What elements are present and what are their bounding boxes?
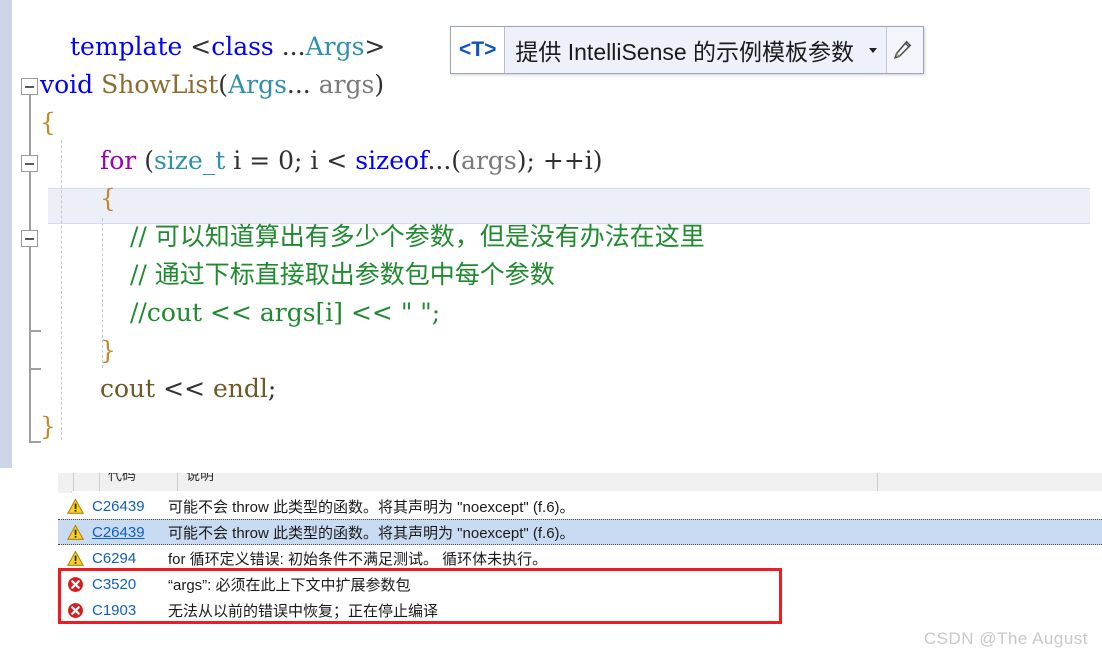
intellisense-template-parameter-tooltip[interactable]: <T> 提供 IntelliSense 的示例模板参数 bbox=[450, 26, 925, 74]
code-line[interactable]: } bbox=[100, 332, 116, 370]
code-token: sizeof bbox=[355, 146, 428, 175]
code-token: void bbox=[40, 70, 94, 99]
watermark: CSDN @The August bbox=[923, 629, 1088, 648]
error-description: “args”: 必须在此上下文中扩展参数包 bbox=[168, 576, 411, 594]
error-code-link[interactable]: C26439 bbox=[92, 498, 168, 515]
code-line[interactable]: // 通过下标直接取出参数包中每个参数 bbox=[130, 256, 555, 294]
code-line[interactable]: // 可以知道算出有多少个参数，但是没有办法在这里 bbox=[130, 218, 705, 256]
error-code-link[interactable]: C3520 bbox=[92, 576, 168, 593]
error-list-row[interactable]: C3520 “args”: 必须在此上下文中扩展参数包 bbox=[58, 571, 1102, 597]
error-list-column-headers[interactable]: 代码 说明 bbox=[58, 473, 1102, 491]
code-token: ) bbox=[374, 70, 385, 99]
error-list-row[interactable]: C6294 for 循环定义错误: 初始条件不满足测试。 循环体未执行。 bbox=[58, 545, 1102, 571]
error-list-row[interactable]: C26439 可能不会 throw 此类型的函数。将其声明为 "noexcept"… bbox=[58, 493, 1102, 519]
code-line[interactable]: for (size_t i = 0; i < sizeof...(args); … bbox=[100, 142, 603, 180]
error-icon bbox=[58, 576, 92, 593]
code-line[interactable]: cout << endl; bbox=[100, 370, 276, 408]
code-line[interactable]: //cout << args[i] << " "; bbox=[130, 294, 440, 332]
fold-line-for-loop bbox=[29, 172, 31, 230]
error-icon bbox=[58, 602, 92, 619]
code-token: { bbox=[100, 184, 116, 213]
column-header-blank[interactable] bbox=[74, 473, 100, 491]
code-token: } bbox=[40, 412, 56, 441]
code-token: ...( bbox=[427, 146, 462, 175]
code-token: // 通过下标直接取出参数包中每个参数 bbox=[130, 260, 555, 289]
column-header-severity[interactable] bbox=[58, 473, 74, 491]
code-token: class bbox=[211, 32, 274, 61]
code-token: ... bbox=[286, 70, 319, 99]
column-header-code[interactable]: 代码 bbox=[100, 473, 178, 491]
code-token: args bbox=[318, 70, 375, 99]
code-token: { bbox=[40, 108, 56, 137]
fold-line-function bbox=[29, 95, 31, 155]
tooltip-description: 提供 IntelliSense 的示例模板参数 bbox=[515, 39, 855, 65]
warning-icon bbox=[58, 497, 92, 515]
template-parameter-token: <T> bbox=[451, 27, 506, 73]
error-code-link[interactable]: C6294 bbox=[92, 550, 168, 567]
pencil-icon[interactable] bbox=[886, 27, 924, 73]
code-line[interactable]: } bbox=[40, 408, 56, 446]
code-token: ; i < bbox=[294, 146, 356, 175]
code-token: for bbox=[100, 146, 137, 175]
code-token: ); ++i) bbox=[516, 146, 603, 175]
error-description: 无法从以前的错误中恢复；正在停止编译 bbox=[168, 602, 439, 620]
editor-selection-margin bbox=[0, 0, 12, 468]
code-token: // 可以知道算出有多少个参数，但是没有办法在这里 bbox=[130, 222, 705, 251]
code-token: i = bbox=[225, 146, 279, 175]
fold-tick-lower bbox=[29, 368, 41, 370]
warning-icon bbox=[58, 549, 92, 567]
error-list-panel[interactable]: 代码 说明 C26439 可能不会 throw 此类型的函数。将其声明为 "noe… bbox=[58, 473, 1102, 633]
code-line[interactable]: void ShowList(Args... args) bbox=[40, 66, 384, 104]
error-description: for 循环定义错误: 初始条件不满足测试。 循环体未执行。 bbox=[168, 550, 548, 568]
code-token: ... bbox=[273, 32, 306, 61]
code-token: endl bbox=[213, 374, 268, 403]
fold-line-for-body bbox=[29, 247, 31, 442]
code-token: Args bbox=[228, 70, 287, 99]
column-header-description[interactable]: 说明 bbox=[178, 473, 878, 491]
error-description: 可能不会 throw 此类型的函数。将其声明为 "noexcept" (f.6)… bbox=[168, 524, 575, 542]
code-line[interactable]: { bbox=[100, 180, 116, 218]
code-token: Args bbox=[305, 32, 365, 61]
fold-toggle-for-loop[interactable] bbox=[21, 155, 38, 172]
code-line[interactable]: template <class ...Args> bbox=[70, 28, 385, 66]
code-line[interactable]: { bbox=[40, 104, 56, 142]
code-token: 0 bbox=[278, 146, 295, 175]
code-token: args bbox=[461, 146, 517, 175]
code-token: template bbox=[70, 32, 191, 61]
code-token: cout bbox=[100, 374, 156, 403]
code-token: } bbox=[100, 336, 116, 365]
code-token: << bbox=[155, 374, 213, 403]
code-token: size_t bbox=[153, 146, 226, 175]
error-description: 可能不会 throw 此类型的函数。将其声明为 "noexcept" (f.6)… bbox=[168, 498, 575, 516]
code-token: ShowList bbox=[101, 70, 219, 99]
error-list-row[interactable]: C26439 可能不会 throw 此类型的函数。将其声明为 "noexcept"… bbox=[58, 519, 1102, 545]
fold-tick-upper bbox=[29, 330, 41, 332]
warning-icon bbox=[58, 523, 92, 541]
fold-toggle-function[interactable] bbox=[21, 78, 38, 95]
code-token: ; bbox=[267, 374, 277, 403]
chevron-down-icon[interactable] bbox=[864, 27, 886, 73]
code-token: //cout << args[i] << " "; bbox=[130, 298, 441, 327]
fold-toggle-for-body[interactable] bbox=[21, 230, 38, 247]
error-code-link[interactable]: C1903 bbox=[92, 602, 168, 619]
indent-guide-1 bbox=[61, 140, 62, 440]
error-list-row[interactable]: C1903 无法从以前的错误中恢复；正在停止编译 bbox=[58, 597, 1102, 623]
code-token: < bbox=[190, 32, 212, 61]
error-code-link[interactable]: C26439 bbox=[92, 524, 168, 541]
code-token: ( bbox=[218, 70, 229, 99]
code-token: > bbox=[364, 32, 386, 61]
code-token: ( bbox=[136, 146, 154, 175]
